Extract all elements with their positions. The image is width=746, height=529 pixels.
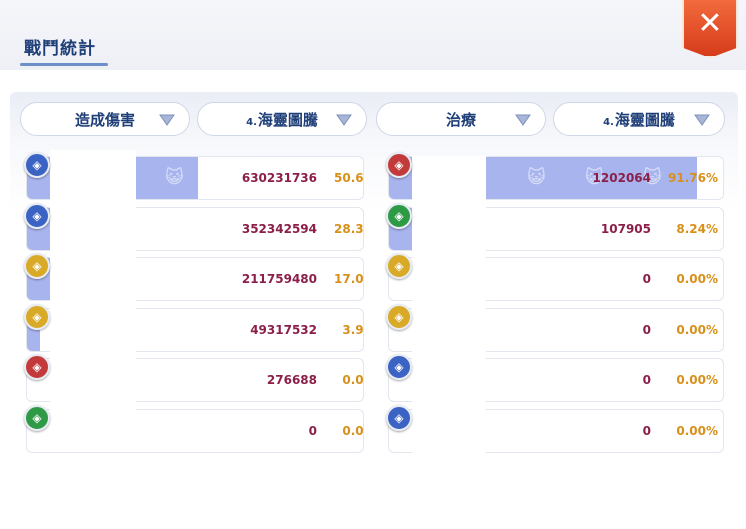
light-element-icon: ◈ — [24, 304, 50, 330]
stat-value: 276688 — [266, 373, 317, 387]
redacted-names-left — [50, 150, 136, 450]
left-target-name: 海靈圖騰 — [257, 110, 318, 129]
fire-element-icon: ◈ — [24, 354, 50, 380]
stat-percent: 17.02% — [334, 272, 364, 286]
header-bar — [0, 0, 746, 70]
right-target-level: 4. — [603, 116, 614, 128]
healing-type-label: 治療 — [445, 110, 476, 129]
stat-value: 211759480 — [241, 272, 317, 286]
stat-percent: 28.32% — [334, 222, 364, 236]
fire-element-icon: ◈ — [386, 152, 412, 178]
stat-value: 352342594 — [241, 222, 317, 236]
earth-element-icon: ◈ — [24, 405, 50, 431]
stat-percent: 0.00% — [342, 424, 364, 438]
stat-value: 0 — [642, 373, 651, 387]
chevron-down-icon — [159, 114, 175, 126]
stat-value: 0 — [308, 424, 317, 438]
cat-pattern-icon: 😺 — [165, 218, 184, 239]
wind-element-icon: ◈ — [24, 203, 50, 229]
stat-percent: 0.00% — [676, 272, 718, 286]
stat-value: 0 — [642, 323, 651, 337]
stat-value: 107905 — [600, 222, 651, 236]
right-target-dropdown[interactable]: 4.海靈圖騰 — [553, 102, 725, 136]
stat-percent: 8.24% — [676, 222, 718, 236]
healing-type-dropdown[interactable]: 治療 — [376, 102, 546, 136]
damage-type-dropdown[interactable]: 造成傷害 — [20, 102, 190, 136]
stat-percent: 50.66% — [334, 171, 364, 185]
chevron-down-icon — [515, 114, 531, 126]
stat-value: 0 — [642, 424, 651, 438]
light-element-icon: ◈ — [24, 253, 50, 279]
right-target-name: 海靈圖騰 — [614, 110, 675, 129]
cat-pattern-icon: 😺 — [165, 167, 184, 188]
stat-value: 630231736 — [241, 171, 317, 185]
tab-underline — [20, 63, 108, 66]
tab-battle-stats[interactable]: 戰鬥統計 — [24, 34, 96, 59]
stat-percent: 3.96% — [342, 323, 364, 337]
chevron-down-icon — [336, 114, 352, 126]
stat-percent: 0.02% — [342, 373, 364, 387]
left-target-level: 4. — [246, 116, 257, 128]
stat-value: 0 — [642, 272, 651, 286]
wind-element-icon: ◈ — [386, 405, 412, 431]
stat-percent: 91.76% — [668, 171, 718, 185]
redacted-names-right — [412, 156, 486, 456]
wind-element-icon: ◈ — [386, 354, 412, 380]
stat-value: 1202064 — [592, 171, 651, 185]
damage-type-label: 造成傷害 — [74, 110, 135, 129]
light-element-icon: ◈ — [386, 253, 412, 279]
stat-percent: 0.00% — [676, 373, 718, 387]
stat-percent: 0.00% — [676, 323, 718, 337]
earth-element-icon: ◈ — [386, 203, 412, 229]
close-icon: ✕ — [697, 6, 723, 41]
left-target-dropdown[interactable]: 4.海靈圖騰 — [197, 102, 367, 136]
close-button[interactable]: ✕ — [682, 0, 738, 58]
chevron-down-icon — [694, 114, 710, 126]
wind-element-icon: ◈ — [24, 152, 50, 178]
stat-value: 49317532 — [250, 323, 317, 337]
light-element-icon: ◈ — [386, 304, 412, 330]
stat-percent: 0.00% — [676, 424, 718, 438]
